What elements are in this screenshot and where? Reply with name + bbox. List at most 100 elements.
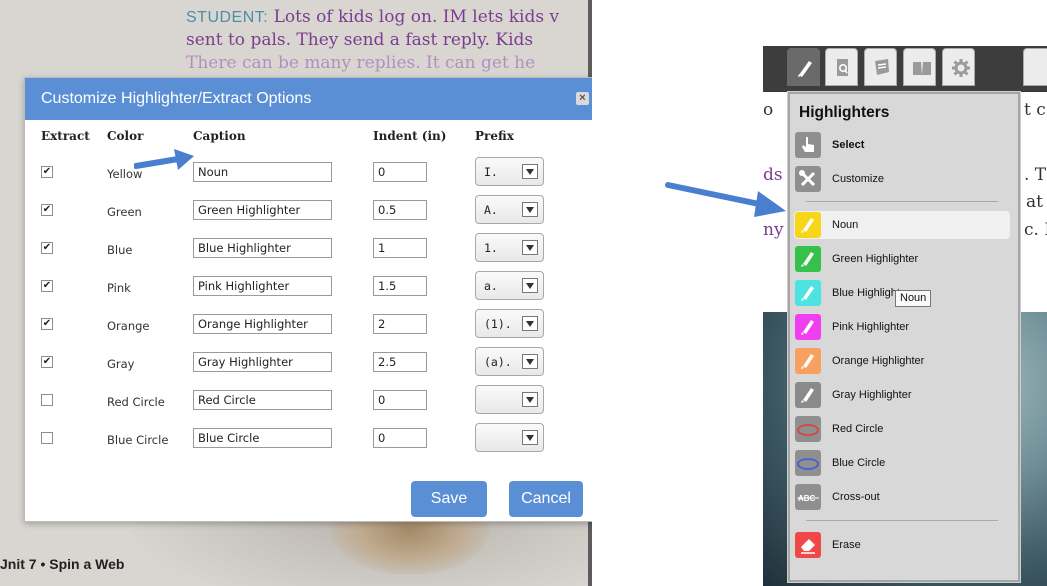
header-indent: Indent (in) [373,129,447,143]
header-caption: Caption [193,129,246,143]
chevron-down-icon[interactable] [522,164,538,179]
yellow-highlighter-icon [795,212,821,238]
caption-input[interactable]: Orange Highlighter [193,314,332,334]
color-name: Red Circle [107,395,165,409]
extra-tab[interactable] [1023,48,1047,86]
cancel-button[interactable]: Cancel [509,481,583,517]
prefix-select[interactable] [475,385,544,414]
document-search-icon[interactable] [825,48,858,86]
extract-checkbox[interactable]: ✔ [41,318,53,330]
menu-item-label: Gray Highlighter [832,389,912,401]
indent-input[interactable]: 2.5 [373,352,427,372]
indent-input[interactable]: 2 [373,314,427,334]
cross-out-icon: ABC [795,484,821,510]
bg-text-f: ny [763,220,784,240]
caption-input[interactable]: Pink Highlighter [193,276,332,296]
header-color: Color [107,129,144,143]
hand-pointer-icon [795,132,821,158]
extract-checkbox[interactable] [41,394,53,406]
color-name: Gray [107,357,135,371]
option-row-green: ✔ Green Green Highlighter 0.5 A. [25,195,592,226]
menu-item-label: Cross-out [832,491,880,503]
chevron-down-icon[interactable] [522,430,538,445]
option-row-blue-circle: Blue Circle Blue Circle 0 [25,423,592,454]
chevron-down-icon[interactable] [522,316,538,331]
menu-item-label: Pink Highlighter [832,321,910,333]
menu-item-orange-highlighter[interactable]: Orange Highlighter [790,347,1018,375]
indent-input[interactable]: 0.5 [373,200,427,220]
option-row-orange: ✔ Orange Orange Highlighter 2 (1). [25,309,592,340]
option-row-blue: ✔ Blue Blue Highlighter 1 1. [25,233,592,264]
prefix-value: (1). [484,317,512,331]
story-line-2: sent to pals. They send a fast reply. Ki… [186,30,534,50]
indent-input[interactable]: 1 [373,238,427,258]
extract-checkbox[interactable]: ✔ [41,204,53,216]
pointer-arrow-icon [134,149,194,170]
notes-icon[interactable] [864,48,897,86]
bg-text-g: c. I [1024,220,1047,240]
menu-item-select[interactable]: Select [790,131,1018,159]
caption-input[interactable]: Green Highlighter [193,200,332,220]
menu-item-gray-highlighter[interactable]: Gray Highlighter [790,381,1018,409]
chevron-down-icon[interactable] [522,392,538,407]
panel-title: Highlighters [799,104,890,121]
menu-item-cross-out[interactable]: ABC Cross-out [790,483,1018,511]
indent-input[interactable]: 0 [373,428,427,448]
caption-input[interactable]: Blue Highlighter [193,238,332,258]
caption-input[interactable]: Blue Circle [193,428,332,448]
chevron-down-icon[interactable] [522,278,538,293]
caption-input[interactable]: Red Circle [193,390,332,410]
chevron-down-icon[interactable] [522,202,538,217]
highlighter-pen-icon[interactable] [787,48,820,86]
close-icon[interactable]: × [576,92,589,105]
blue-circle-icon [795,450,821,476]
indent-input[interactable]: 1.5 [373,276,427,296]
settings-gear-icon[interactable] [942,48,975,86]
menu-item-blue-circle[interactable]: Blue Circle [790,449,1018,477]
menu-item-label: Blue Circle [832,457,886,469]
menu-item-label: Orange Highlighter [832,355,925,367]
menu-item-red-circle[interactable]: Red Circle [790,415,1018,443]
caption-input[interactable]: Noun [193,162,332,182]
prefix-select[interactable] [475,423,544,452]
chevron-down-icon[interactable] [522,354,538,369]
header-prefix: Prefix [475,129,514,143]
indent-input[interactable]: 0 [373,390,427,410]
menu-item-erase[interactable]: Erase [790,531,1018,559]
menu-item-pink-highlighter[interactable]: Pink Highlighter [790,313,1018,341]
pointer-arrow-icon [665,182,786,217]
prefix-select[interactable]: a. [475,271,544,300]
story-line-3: There can be many replies. It can get he [186,53,536,73]
dialog-title: Customize Highlighter/Extract Options [41,90,312,107]
prefix-select[interactable]: (1). [475,309,544,338]
prefix-select[interactable]: A. [475,195,544,224]
eraser-icon [795,532,821,558]
prefix-select[interactable]: I. [475,157,544,186]
gray-highlighter-icon [795,382,821,408]
chevron-down-icon[interactable] [522,240,538,255]
indent-input[interactable]: 0 [373,162,427,182]
right-screenshot-panel: o t c ds . T at ny c. I Highlighters Sel… [763,46,1047,586]
prefix-value: A. [484,203,498,217]
book-icon[interactable] [903,48,936,86]
story-line-1: Lots of kids log on. IM lets kids v [268,7,560,27]
extract-checkbox[interactable]: ✔ [41,166,53,178]
extract-checkbox[interactable]: ✔ [41,280,53,292]
caption-input[interactable]: Gray Highlighter [193,352,332,372]
menu-item-noun[interactable]: Noun [794,211,1010,239]
prefix-select[interactable]: (a). [475,347,544,376]
prefix-select[interactable]: 1. [475,233,544,262]
customize-highlighter-dialog: Customize Highlighter/Extract Options × … [24,77,592,522]
menu-item-customize[interactable]: Customize [790,165,1018,193]
save-button[interactable]: Save [411,481,487,517]
blue-highlighter-icon [795,280,821,306]
menu-item-green-highlighter[interactable]: Green Highlighter [790,245,1018,273]
extract-checkbox[interactable]: ✔ [41,356,53,368]
story-text: STUDENT: Lots of kids log on. IM lets ki… [186,6,559,75]
extract-checkbox[interactable] [41,432,53,444]
color-name: Green [107,205,142,219]
extract-checkbox[interactable]: ✔ [41,242,53,254]
header-extract: Extract [41,129,90,143]
menu-item-label: Red Circle [832,423,884,435]
menu-item-label: Noun [832,219,859,231]
